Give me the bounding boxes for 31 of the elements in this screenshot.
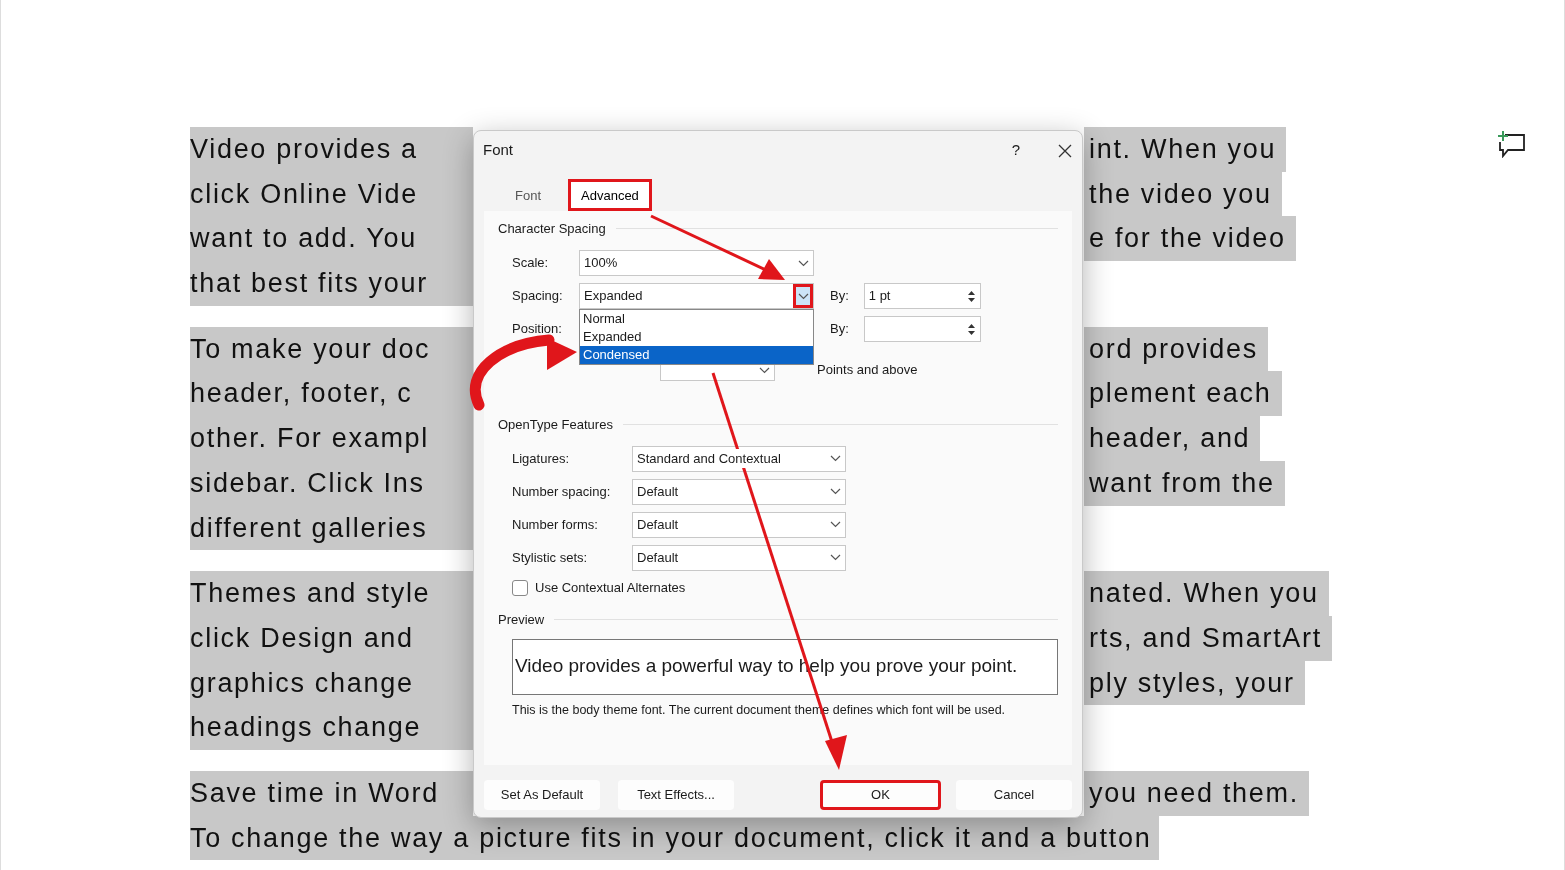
dialog-button[interactable]: Text Effects... [618, 780, 735, 810]
help-button[interactable]: ? [1011, 138, 1020, 162]
dropdown[interactable]: Default [632, 544, 846, 571]
field-label: Spacing: [512, 287, 564, 306]
section-heading: Preview [498, 611, 545, 629]
field-label: Points and above [817, 361, 918, 380]
field-label: By: [830, 287, 849, 306]
dialog-button[interactable]: Cancel [956, 780, 1072, 810]
dialog-button[interactable]: OK [820, 780, 941, 810]
field-label: Position: [512, 320, 563, 339]
field-label: Number spacing: [512, 482, 612, 501]
checkbox-label: Use Contextual Alternates [535, 579, 686, 598]
dropdown[interactable]: Default [632, 478, 846, 505]
dialog-button[interactable]: Set As Default [484, 780, 600, 810]
field-label: Scale: [512, 254, 550, 273]
spin-field[interactable]: 1 pt [863, 283, 981, 309]
dropdown[interactable]: Default [632, 511, 846, 538]
field-label: Stylistic sets: [512, 548, 589, 567]
field-label: Number forms: [512, 515, 599, 534]
dialog-title: Font [483, 139, 513, 160]
section-heading: OpenType Features [498, 415, 613, 434]
section-heading: Character Spacing [498, 220, 606, 238]
dropdown[interactable]: Standard and Contextual [632, 445, 846, 472]
tab[interactable]: Advanced [568, 179, 652, 211]
tab[interactable]: Font [502, 179, 554, 211]
dropdown-option[interactable]: Expanded [580, 328, 813, 346]
field-label: By: [830, 320, 849, 339]
dropdown-option[interactable]: Condensed [580, 346, 813, 364]
scale-dropdown[interactable]: 100% [579, 250, 814, 276]
field-label: Ligatures: [512, 449, 571, 468]
dropdown-option[interactable]: Normal [580, 310, 813, 328]
